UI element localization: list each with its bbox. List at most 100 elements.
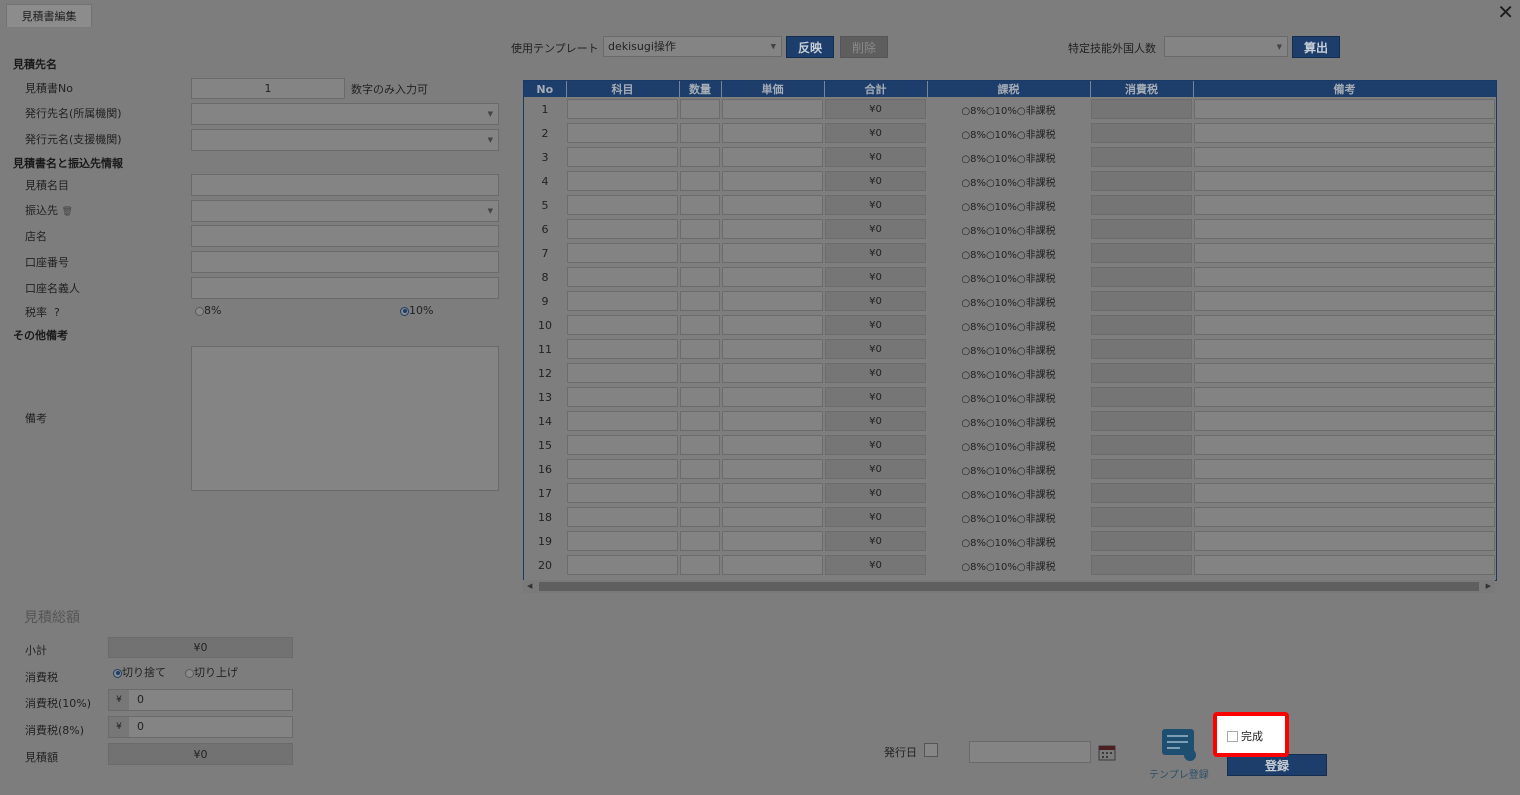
remarks-input[interactable]: [1194, 291, 1495, 311]
remarks-input[interactable]: [1194, 267, 1495, 287]
quantity-input[interactable]: [680, 291, 720, 311]
radio-round-down[interactable]: [113, 668, 122, 678]
tax-options[interactable]: ○8%○10%○非課税: [928, 438, 1089, 453]
round-down-option[interactable]: 切り捨て: [113, 664, 166, 680]
subject-input[interactable]: [567, 195, 678, 215]
tax-options[interactable]: ○8%○10%○非課税: [928, 318, 1089, 333]
complete-highlight[interactable]: 完成: [1213, 712, 1289, 757]
unit-price-input[interactable]: [722, 483, 823, 503]
tax-rate-10[interactable]: 10%: [400, 304, 433, 317]
unit-price-input[interactable]: [722, 555, 823, 575]
issuer-to-select[interactable]: ▼: [191, 103, 499, 125]
tax-options[interactable]: ○8%○10%○非課税: [928, 486, 1089, 501]
account-input[interactable]: [191, 251, 499, 273]
subject-input[interactable]: [567, 507, 678, 527]
unit-price-input[interactable]: [722, 147, 823, 167]
subject-input[interactable]: [567, 243, 678, 263]
remarks-input[interactable]: [1194, 315, 1495, 335]
subject-input[interactable]: [567, 531, 678, 551]
subject-input[interactable]: [567, 363, 678, 383]
remarks-input[interactable]: [1194, 363, 1495, 383]
estimate-no-input[interactable]: 1: [191, 78, 345, 99]
issuer-from-select[interactable]: ▼: [191, 129, 499, 151]
unit-price-input[interactable]: [722, 291, 823, 311]
remarks-input[interactable]: [1194, 243, 1495, 263]
unit-price-input[interactable]: [722, 339, 823, 359]
scrollbar-thumb[interactable]: [539, 582, 1479, 591]
quantity-input[interactable]: [680, 195, 720, 215]
radio-8[interactable]: [195, 306, 204, 316]
tax-options[interactable]: ○8%○10%○非課税: [928, 414, 1089, 429]
tax-options[interactable]: ○8%○10%○非課税: [928, 222, 1089, 237]
remarks-input[interactable]: [1194, 219, 1495, 239]
unit-price-input[interactable]: [722, 195, 823, 215]
quantity-input[interactable]: [680, 171, 720, 191]
unit-price-input[interactable]: [722, 363, 823, 383]
tax-options[interactable]: ○8%○10%○非課税: [928, 270, 1089, 285]
unit-price-input[interactable]: [722, 387, 823, 407]
tax10-input[interactable]: ¥ 0: [108, 689, 293, 711]
complete-checkbox-group[interactable]: 完成: [1227, 728, 1263, 744]
quantity-input[interactable]: [680, 555, 720, 575]
tax-options[interactable]: ○8%○10%○非課税: [928, 246, 1089, 261]
round-up-option[interactable]: 切り上げ: [185, 664, 238, 680]
subject-input[interactable]: [567, 555, 678, 575]
remarks-input[interactable]: [1194, 531, 1495, 551]
quantity-input[interactable]: [680, 483, 720, 503]
unit-price-input[interactable]: [722, 459, 823, 479]
quantity-input[interactable]: [680, 99, 720, 119]
subject-input[interactable]: [567, 99, 678, 119]
issue-date-input[interactable]: [969, 741, 1091, 763]
register-button[interactable]: 登録: [1227, 754, 1327, 776]
remarks-input[interactable]: [1194, 171, 1495, 191]
quantity-input[interactable]: [680, 123, 720, 143]
subject-input[interactable]: [567, 291, 678, 311]
calendar-icon[interactable]: [1098, 743, 1116, 761]
help-icon[interactable]: ?: [54, 306, 60, 319]
remarks-input[interactable]: [1194, 555, 1495, 575]
tax-options[interactable]: ○8%○10%○非課税: [928, 390, 1089, 405]
store-input[interactable]: [191, 225, 499, 247]
remarks-input[interactable]: [1194, 435, 1495, 455]
subject-input[interactable]: [567, 147, 678, 167]
issue-date-checkbox[interactable]: [924, 743, 938, 757]
radio-round-up[interactable]: [185, 668, 194, 678]
subject-input[interactable]: [567, 387, 678, 407]
tax-options[interactable]: ○8%○10%○非課税: [928, 126, 1089, 141]
subject-input[interactable]: [567, 435, 678, 455]
subject-input[interactable]: [567, 339, 678, 359]
scroll-left-icon[interactable]: ◀: [527, 580, 532, 593]
delete-button[interactable]: 削除: [840, 36, 888, 58]
foreign-count-select[interactable]: ▼: [1164, 36, 1288, 57]
remarks-input[interactable]: [1194, 459, 1495, 479]
quantity-input[interactable]: [680, 387, 720, 407]
tax-options[interactable]: ○8%○10%○非課税: [928, 342, 1089, 357]
memo-textarea[interactable]: [191, 346, 499, 491]
subject-input[interactable]: [567, 219, 678, 239]
holder-input[interactable]: [191, 277, 499, 299]
remarks-input[interactable]: [1194, 483, 1495, 503]
template-register-label[interactable]: テンプレ登録: [1149, 766, 1209, 781]
unit-price-input[interactable]: [722, 315, 823, 335]
tax-options[interactable]: ○8%○10%○非課税: [928, 198, 1089, 213]
tax-options[interactable]: ○8%○10%○非課税: [928, 558, 1089, 573]
unit-price-input[interactable]: [722, 411, 823, 431]
quantity-input[interactable]: [680, 435, 720, 455]
radio-10[interactable]: [400, 306, 409, 316]
subject-input[interactable]: [567, 411, 678, 431]
scroll-right-icon[interactable]: ▶: [1486, 580, 1491, 593]
apply-button[interactable]: 反映: [786, 36, 834, 58]
remarks-input[interactable]: [1194, 123, 1495, 143]
quantity-input[interactable]: [680, 531, 720, 551]
bank-select[interactable]: ▼: [191, 200, 499, 222]
template-register-icon[interactable]: [1160, 727, 1200, 763]
item-input[interactable]: [191, 174, 499, 196]
quantity-input[interactable]: [680, 243, 720, 263]
subject-input[interactable]: [567, 267, 678, 287]
remarks-input[interactable]: [1194, 387, 1495, 407]
remarks-input[interactable]: [1194, 411, 1495, 431]
tax8-input[interactable]: ¥ 0: [108, 716, 293, 738]
complete-checkbox[interactable]: [1227, 730, 1238, 742]
subject-input[interactable]: [567, 123, 678, 143]
tax-options[interactable]: ○8%○10%○非課税: [928, 462, 1089, 477]
